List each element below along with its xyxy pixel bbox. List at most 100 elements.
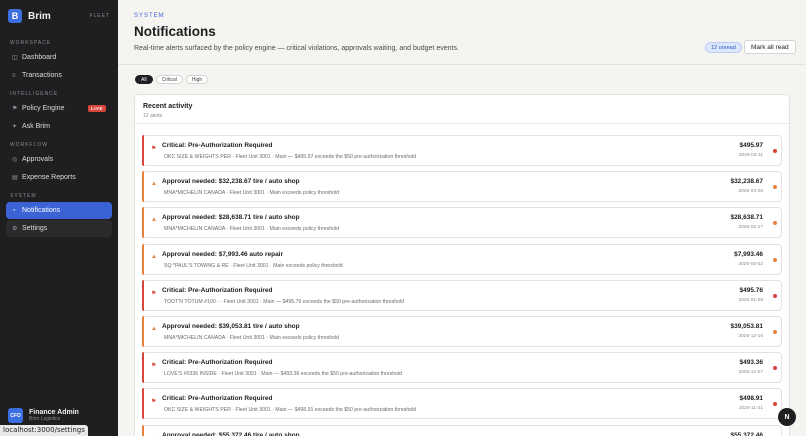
alert-title: Critical: Pre-Authorization Required <box>162 286 273 294</box>
sidebar-item-label: Dashboard <box>22 54 57 61</box>
sidebar-item-label: Ask Brim <box>22 123 50 130</box>
user-org: Brim Logistics <box>29 416 61 422</box>
filter-chips: All Critical High <box>135 75 209 84</box>
alert-title: Approval needed: $28,638.71 tire / auto … <box>162 214 300 222</box>
alert-row[interactable]: ▲ Approval needed: $7,993.46 auto repair S… <box>142 243 782 275</box>
alert-date: 2026-02-17 <box>738 225 763 231</box>
alert-row[interactable]: ▲ Approval needed: $39,053.81 tire / auto… <box>142 316 782 347</box>
flag-icon: ⚑ <box>151 363 157 370</box>
brand: B Brim FLEET <box>0 2 118 30</box>
flag-icon: ⚑ <box>12 106 18 112</box>
unread-dot <box>773 257 777 262</box>
alert-amount: $495.76 <box>739 286 764 294</box>
sidebar-item-approvals[interactable]: ◎ Approvals <box>6 151 112 168</box>
sidebar-item-label: Settings <box>22 225 48 232</box>
sidebar-item-settings[interactable]: ⚙ Settings <box>6 220 112 237</box>
unread-dot <box>773 149 777 153</box>
mark-all-read-button[interactable]: Mark all read <box>744 40 796 54</box>
flag-icon: ⚑ <box>151 399 157 406</box>
flag-icon: ⚑ <box>151 290 157 297</box>
alert-date: 2026-01-08 <box>738 297 763 303</box>
severity-bar <box>142 135 144 166</box>
alert-title: Critical: Pre-Authorization Required <box>162 142 273 149</box>
alert-detail: MNA*MICHELIN CANADA · Fleet Unit 3001 · … <box>164 190 339 197</box>
user-profile[interactable]: CFO Finance Admin Brim Logistics <box>8 408 79 423</box>
alert-detail: OKC SIZE & WEIGHTS PER · Fleet Unit 3001… <box>164 154 416 160</box>
alert-amount: $39,053.81 <box>730 323 763 330</box>
alert-detail: OKC SIZE & WEIGHTS PER · Fleet Unit 3001… <box>164 407 416 414</box>
assistant-button[interactable]: N <box>778 408 796 426</box>
alert-title: Critical: Pre-Authorization Required <box>162 359 273 367</box>
alert-date: 2026-03-11 <box>738 153 763 158</box>
sidebar-item-label: Approvals <box>22 156 54 163</box>
list-icon: ≡ <box>12 72 16 79</box>
brand-tag: FLEET <box>89 13 110 19</box>
filter-high[interactable]: High <box>185 75 209 84</box>
sidebar-item-dashboard[interactable]: ◫ Dashboard <box>6 49 112 66</box>
report-icon: ▤ <box>12 175 18 181</box>
sidebar-item-label: Notifications <box>22 207 61 214</box>
warning-icon: ▲ <box>151 253 157 260</box>
alert-amount: $55,372.46 <box>730 431 763 436</box>
sidebar-item-transactions[interactable]: ≡ Transactions <box>6 67 112 84</box>
sidebar-item-label: Transactions <box>22 72 62 79</box>
severity-bar <box>142 424 144 436</box>
alert-date: 2025-12-07 <box>738 370 763 376</box>
alert-detail: LOVE'S #0336 INSIDE · Fleet Unit 3001 · … <box>164 371 403 378</box>
filter-all[interactable]: All <box>135 75 153 84</box>
alert-amount: $32,238.67 <box>730 178 763 186</box>
severity-bar <box>142 243 144 275</box>
unread-dot <box>773 366 777 371</box>
section-system: SYSTEM <box>10 193 37 199</box>
status-url: localhost:3000/settings <box>0 425 88 436</box>
page-eyebrow: SYSTEM <box>134 13 165 19</box>
panel-count: 12 alerts <box>143 113 163 119</box>
unread-dot <box>773 221 777 226</box>
alert-row[interactable]: ▲Approval needed: $55,372.46 tire / auto… <box>142 424 782 436</box>
unread-dot <box>773 185 777 190</box>
live-badge: LIVE <box>87 105 106 112</box>
alert-row[interactable]: ⚑ Critical: Pre-Authorization Required OKC… <box>142 388 782 420</box>
sidebar-item-label: Policy Engine <box>22 105 65 112</box>
alert-title: Approval needed: $7,993.46 auto repair <box>162 250 284 258</box>
alert-amount: $493.36 <box>739 359 764 367</box>
alert-title: Approval needed: $39,053.81 tire / auto … <box>162 323 300 330</box>
alert-row[interactable]: ▲ Approval needed: $32,238.67 tire / auto… <box>142 171 782 203</box>
sidebar-item-label: Expense Reports <box>22 174 76 181</box>
severity-bar <box>142 279 144 311</box>
alert-detail: MNA*MICHELIN CANADA · Fleet Unit 3001 · … <box>164 226 339 233</box>
alert-row[interactable]: ▲ Approval needed: $28,638.71 tire / auto… <box>142 207 782 239</box>
sidebar-item-ask-brim[interactable]: ✦ Ask Brim <box>6 118 112 135</box>
alert-row[interactable]: ⚑ Critical: Pre-Authorization Required TOO… <box>142 279 782 311</box>
sidebar-item-policy-engine[interactable]: ⚑ Policy Engine LIVE <box>6 100 112 117</box>
alert-date: 2026-03-06 <box>738 189 763 195</box>
alert-amount: $28,638.71 <box>730 214 763 222</box>
severity-bar <box>142 171 144 203</box>
warning-icon: ▲ <box>151 181 157 188</box>
panel-divider <box>135 123 789 124</box>
sidebar: B Brim FLEET WORKSPACE ◫ Dashboard ≡ Trans… <box>0 0 118 436</box>
severity-bar <box>142 352 144 384</box>
alert-row[interactable]: ⚑ Critical: Pre-Authorization Required OKC… <box>142 135 782 166</box>
unread-dot <box>773 330 777 334</box>
alert-amount: $495.97 <box>739 142 764 149</box>
brand-name: Brim <box>28 10 51 22</box>
severity-bar <box>142 388 144 420</box>
sidebar-item-notifications[interactable]: ◔ Notifications <box>6 202 112 219</box>
severity-bar <box>142 207 144 239</box>
alert-detail: MNA*MICHELIN CANADA · Fleet Unit 3001 · … <box>164 335 339 341</box>
alert-amount: $498.91 <box>739 395 764 403</box>
gear-icon: ⚙ <box>12 226 18 232</box>
main-content: SYSTEM Notifications Real-time alerts su… <box>118 0 806 436</box>
alert-detail: SQ *PAUL'S TOWING & RE · Fleet Unit 3001… <box>164 262 343 269</box>
alert-title: Approval needed: $32,238.67 tire / auto … <box>162 178 300 186</box>
flag-icon: ⚑ <box>151 146 157 152</box>
filter-critical[interactable]: Critical <box>155 75 183 84</box>
unread-badge: 12 unread <box>705 42 742 53</box>
unread-dot <box>773 402 777 407</box>
sidebar-item-expense-reports[interactable]: ▤ Expense Reports <box>6 169 112 186</box>
bell-icon: ◔ <box>12 207 16 214</box>
alert-row[interactable]: ⚑ Critical: Pre-Authorization Required LOV… <box>142 352 782 384</box>
alert-title: Approval needed: $55,372.46 tire / auto … <box>162 431 300 436</box>
section-workflow: WORKFLOW <box>10 142 48 148</box>
